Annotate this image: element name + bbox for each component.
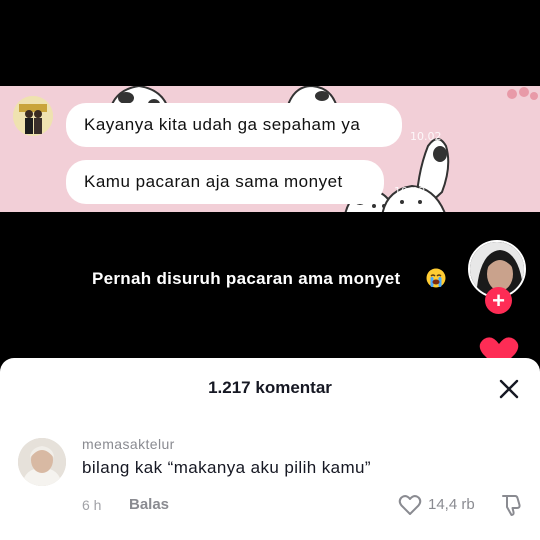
- bunny-sticker-icon: [381, 138, 450, 212]
- chat-bubble: Kayanya kita udah ga sepaham ya: [66, 103, 402, 147]
- close-icon[interactable]: [498, 378, 520, 400]
- heart-outline-icon[interactable]: [398, 494, 422, 516]
- plus-icon: +: [492, 287, 505, 313]
- video-caption: Pernah disuruh pacaran ama monyet: [92, 269, 401, 288]
- follow-button[interactable]: +: [485, 287, 512, 314]
- comments-sheet: 1.217 komentar memasaktelur bilang kak “…: [0, 358, 540, 540]
- comment-text: bilang kak “makanya aku pilih kamu”: [82, 458, 371, 477]
- avatar[interactable]: [18, 438, 66, 486]
- chat-message-time: 10.02: [410, 130, 442, 143]
- chat-avatar: [13, 96, 53, 136]
- chat-message-text: Kamu pacaran aja sama monyet: [84, 172, 343, 191]
- paw-sticker-icon: [507, 87, 538, 100]
- chat-bubble: Kamu pacaran aja sama monyet: [66, 160, 384, 204]
- thumbs-down-icon[interactable]: [499, 493, 523, 517]
- reply-button[interactable]: Balas: [129, 496, 169, 513]
- comment-username[interactable]: memasaktelur: [82, 436, 175, 452]
- comment-like-count: 14,4 rb: [428, 496, 475, 513]
- comment-timestamp: 6 h: [82, 497, 102, 513]
- chat-message-text: Kayanya kita udah ga sepaham ya: [84, 115, 361, 134]
- video-player[interactable]: Kayanya kita udah ga sepaham ya 10.02 Ka…: [0, 0, 540, 360]
- comments-count-title: 1.217 komentar: [208, 378, 332, 397]
- loudly-crying-face-icon: [426, 268, 446, 288]
- chat-message-time: 10.02: [394, 185, 426, 198]
- heart-icon[interactable]: [478, 336, 520, 360]
